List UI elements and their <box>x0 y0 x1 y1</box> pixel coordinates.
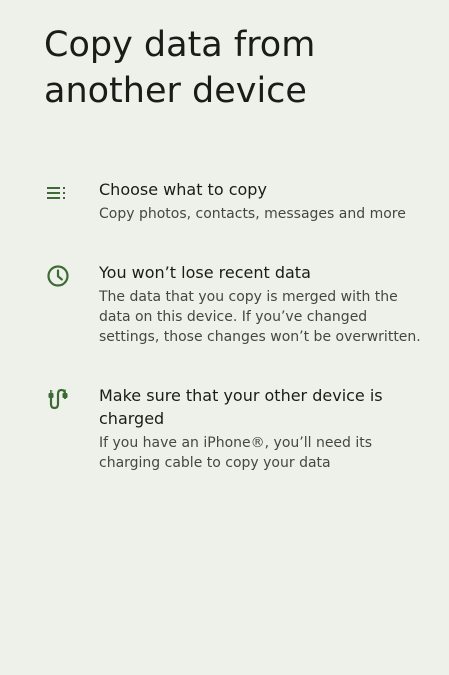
item-title: Choose what to copy <box>99 180 267 199</box>
item-description: Copy photos, contacts, messages and more <box>99 206 406 222</box>
checklist-icon <box>45 180 71 206</box>
list-item-choose-what-to-copy: Choose what to copy Copy photos, contact… <box>0 178 449 224</box>
item-title: Make sure that your other device is char… <box>99 386 383 428</box>
list-item-charged: Make sure that your other device is char… <box>0 384 449 473</box>
info-list: Choose what to copy Copy photos, contact… <box>0 178 449 473</box>
item-title: You won’t lose recent data <box>99 263 311 282</box>
page-title: Copy data from another device <box>44 25 316 111</box>
item-description: The data that you copy is merged with th… <box>99 289 421 345</box>
list-item-recent-data: You won’t lose recent data The data that… <box>0 261 449 347</box>
item-description: If you have an iPhone®, you’ll need its … <box>99 435 373 471</box>
clock-icon <box>45 263 71 289</box>
cable-icon <box>45 386 71 412</box>
